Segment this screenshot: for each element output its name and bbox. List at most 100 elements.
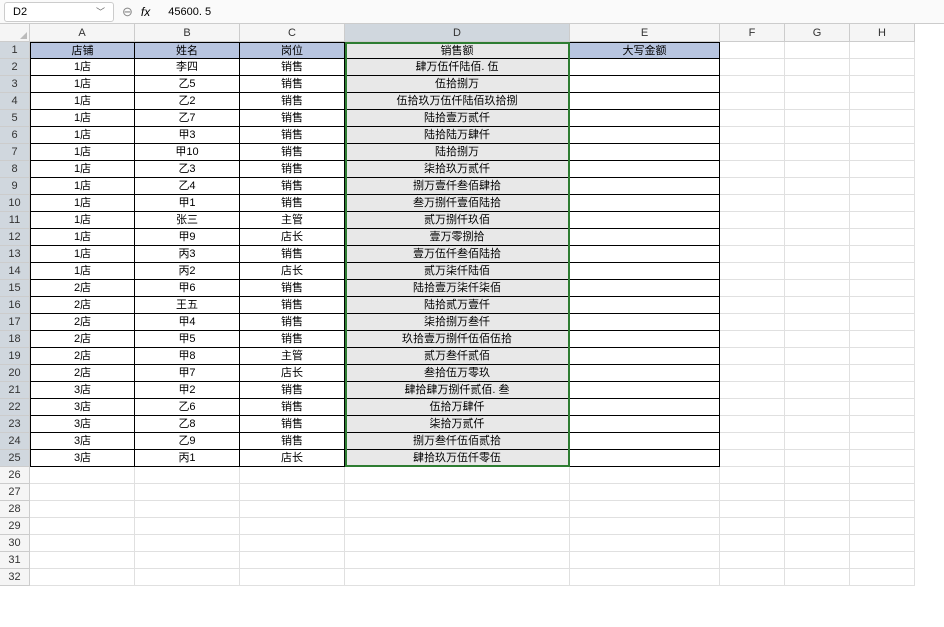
cell-G27[interactable] [785,484,850,501]
cell-H8[interactable] [850,161,915,178]
cell-A9[interactable]: 1店 [30,178,135,195]
cell-F9[interactable] [720,178,785,195]
row-header[interactable]: 9 [0,178,30,195]
cell-A25[interactable]: 3店 [30,450,135,467]
cell-G15[interactable] [785,280,850,297]
cell-H24[interactable] [850,433,915,450]
row-header[interactable]: 11 [0,212,30,229]
cell-C17[interactable]: 销售 [240,314,345,331]
cell-A7[interactable]: 1店 [30,144,135,161]
cell-F1[interactable] [720,42,785,59]
cell-D23[interactable]: 柒拾万贰仟 [345,416,570,433]
cell-F26[interactable] [720,467,785,484]
cell-H30[interactable] [850,535,915,552]
cell-A23[interactable]: 3店 [30,416,135,433]
cell-H6[interactable] [850,127,915,144]
cell-C32[interactable] [240,569,345,586]
fx-icon[interactable]: fx [141,5,150,19]
cell-D15[interactable]: 陆拾壹万柒仟柒佰 [345,280,570,297]
cell-A5[interactable]: 1店 [30,110,135,127]
cell-B12[interactable]: 甲9 [135,229,240,246]
cell-D18[interactable]: 玖拾壹万捌仟伍佰伍拾 [345,331,570,348]
cell-E5[interactable] [570,110,720,127]
cell-C3[interactable]: 销售 [240,76,345,93]
row-header[interactable]: 1 [0,42,30,59]
cell-F5[interactable] [720,110,785,127]
cell-C28[interactable] [240,501,345,518]
row-header[interactable]: 28 [0,501,30,518]
cell-A6[interactable]: 1店 [30,127,135,144]
cell-H26[interactable] [850,467,915,484]
cell-A4[interactable]: 1店 [30,93,135,110]
cancel-icon[interactable]: ⊖ [122,4,133,20]
cell-F12[interactable] [720,229,785,246]
cell-E3[interactable] [570,76,720,93]
cell-H4[interactable] [850,93,915,110]
cell-E7[interactable] [570,144,720,161]
cell-D27[interactable] [345,484,570,501]
cell-C20[interactable]: 店长 [240,365,345,382]
cell-C23[interactable]: 销售 [240,416,345,433]
cell-G31[interactable] [785,552,850,569]
cell-D2[interactable]: 肆万伍仟陆佰. 伍 [345,59,570,76]
cell-D12[interactable]: 壹万零捌拾 [345,229,570,246]
cell-A27[interactable] [30,484,135,501]
cell-C18[interactable]: 销售 [240,331,345,348]
cell-F17[interactable] [720,314,785,331]
cell-H28[interactable] [850,501,915,518]
cell-F31[interactable] [720,552,785,569]
cell-B10[interactable]: 甲1 [135,195,240,212]
cell-B23[interactable]: 乙8 [135,416,240,433]
column-header-G[interactable]: G [785,24,850,42]
row-header[interactable]: 6 [0,127,30,144]
cell-G16[interactable] [785,297,850,314]
cell-A12[interactable]: 1店 [30,229,135,246]
row-header[interactable]: 2 [0,59,30,76]
cell-F28[interactable] [720,501,785,518]
cell-F2[interactable] [720,59,785,76]
cell-F23[interactable] [720,416,785,433]
cell-B17[interactable]: 甲4 [135,314,240,331]
cell-E11[interactable] [570,212,720,229]
cell-E17[interactable] [570,314,720,331]
cell-A15[interactable]: 2店 [30,280,135,297]
column-header-A[interactable]: A [30,24,135,42]
cell-H18[interactable] [850,331,915,348]
cell-G26[interactable] [785,467,850,484]
cell-C30[interactable] [240,535,345,552]
cell-C31[interactable] [240,552,345,569]
cell-H32[interactable] [850,569,915,586]
cell-F11[interactable] [720,212,785,229]
cell-A8[interactable]: 1店 [30,161,135,178]
select-all-corner[interactable] [0,24,30,42]
cell-D29[interactable] [345,518,570,535]
cell-E1[interactable]: 大写金额 [570,42,720,59]
cell-E32[interactable] [570,569,720,586]
cell-D7[interactable]: 陆拾捌万 [345,144,570,161]
cell-H3[interactable] [850,76,915,93]
row-header[interactable]: 30 [0,535,30,552]
cell-A22[interactable]: 3店 [30,399,135,416]
cell-F25[interactable] [720,450,785,467]
cell-B4[interactable]: 乙2 [135,93,240,110]
cell-C8[interactable]: 销售 [240,161,345,178]
cell-A13[interactable]: 1店 [30,246,135,263]
cell-F29[interactable] [720,518,785,535]
cell-A1[interactable]: 店铺 [30,42,135,59]
cell-G11[interactable] [785,212,850,229]
cell-D17[interactable]: 柒拾捌万叁仟 [345,314,570,331]
cell-H13[interactable] [850,246,915,263]
cell-C13[interactable]: 销售 [240,246,345,263]
row-header[interactable]: 22 [0,399,30,416]
cell-D6[interactable]: 陆拾陆万肆仟 [345,127,570,144]
row-header[interactable]: 24 [0,433,30,450]
cell-E15[interactable] [570,280,720,297]
cell-C6[interactable]: 销售 [240,127,345,144]
cell-G29[interactable] [785,518,850,535]
cell-A3[interactable]: 1店 [30,76,135,93]
row-header[interactable]: 26 [0,467,30,484]
cell-F4[interactable] [720,93,785,110]
cell-F6[interactable] [720,127,785,144]
cell-H31[interactable] [850,552,915,569]
cell-B31[interactable] [135,552,240,569]
